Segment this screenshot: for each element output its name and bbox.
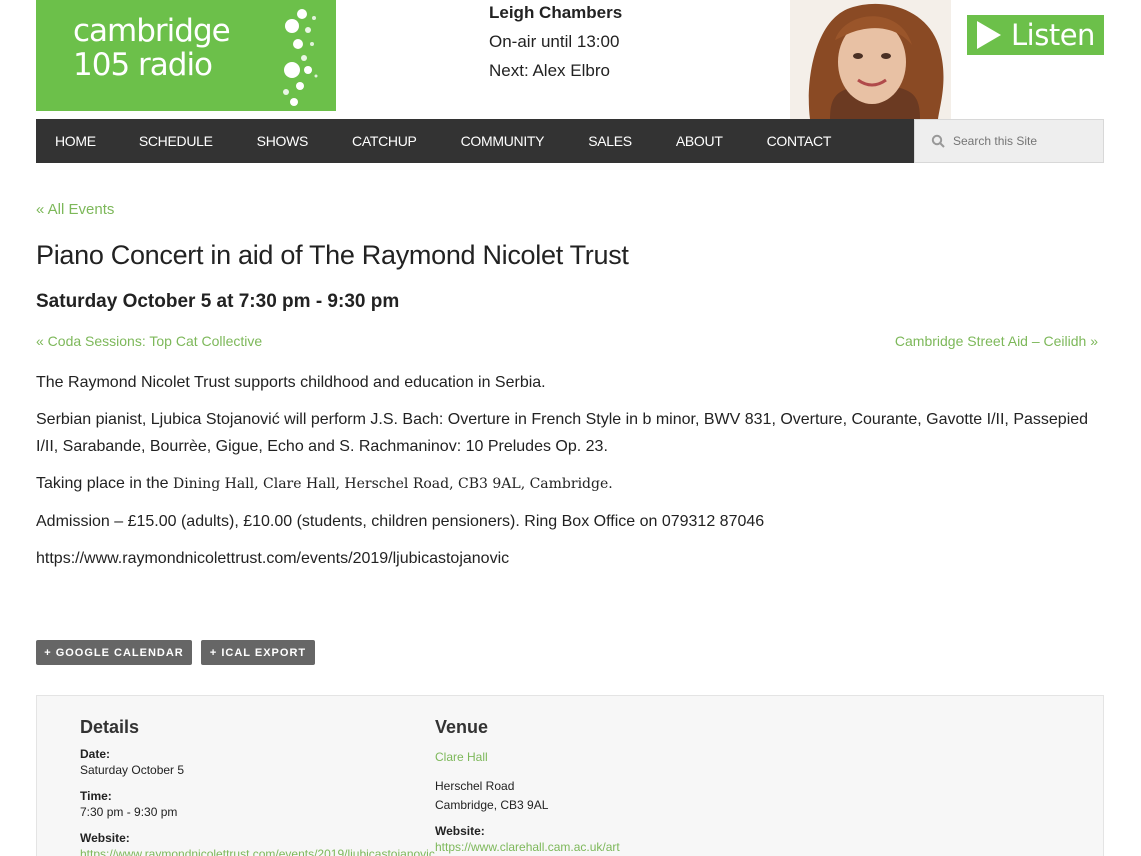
- next-event-link[interactable]: Cambridge Street Aid – Ceilidh »: [895, 333, 1098, 349]
- logo-dots-icon: [283, 9, 318, 106]
- website-label: Website:: [80, 831, 130, 845]
- presenter-photo: [790, 0, 951, 119]
- date-label: Date:: [80, 747, 111, 761]
- search-icon: [931, 134, 945, 148]
- location-prefix: Taking place in the: [36, 475, 173, 492]
- nav-shows[interactable]: SHOWS: [257, 133, 309, 149]
- event-datetime: Saturday October 5 at 7:30 pm - 9:30 pm: [36, 291, 400, 312]
- event-url-link[interactable]: https://www.raymondnicolettrust.com/even…: [36, 545, 1096, 572]
- time-value: 7:30 pm - 9:30 pm: [80, 805, 178, 819]
- all-events-link[interactable]: « All Events: [36, 201, 114, 218]
- logo-line-2: 105 radio: [73, 47, 213, 83]
- event-admission: Admission – £15.00 (adults), £10.00 (stu…: [36, 513, 765, 530]
- event-description-3: Taking place in the Dining Hall, Clare H…: [36, 470, 1096, 498]
- nav-sales[interactable]: SALES: [588, 133, 632, 149]
- search-input[interactable]: [953, 134, 1093, 148]
- event-description-2: Serbian pianist, Ljubica Stojanović will…: [36, 411, 1089, 455]
- nav-schedule[interactable]: SCHEDULE: [139, 133, 213, 149]
- venue-heading: Venue: [435, 717, 489, 737]
- on-air-host: Leigh Chambers: [489, 3, 623, 22]
- listen-button[interactable]: Listen: [967, 15, 1104, 55]
- nav-catchup[interactable]: CATCHUP: [352, 133, 417, 149]
- venue-website-link[interactable]: https://www.clarehall.cam.ac.uk/art: [435, 840, 620, 854]
- next-show: Next: Alex Elbro: [489, 61, 610, 80]
- event-title: Piano Concert in aid of The Raymond Nico…: [36, 240, 629, 270]
- play-icon: [977, 21, 1001, 49]
- venue-website-label: Website:: [435, 824, 485, 838]
- google-calendar-button[interactable]: + GOOGLE CALENDAR: [36, 640, 192, 665]
- event-website-link[interactable]: https://www.raymondnicolettrust.com/even…: [80, 847, 435, 856]
- time-label: Time:: [80, 789, 112, 803]
- venue-address-1: Herschel Road: [435, 779, 515, 793]
- main-nav: HOME SCHEDULE SHOWS CATCHUP COMMUNITY SA…: [36, 119, 914, 163]
- listen-label: Listen: [1011, 18, 1095, 52]
- nav-home[interactable]: HOME: [55, 133, 96, 149]
- on-air-until: On-air until 13:00: [489, 32, 620, 51]
- event-description-1: The Raymond Nicolet Trust supports child…: [36, 374, 546, 391]
- details-heading: Details: [80, 717, 140, 737]
- venue-address-2: Cambridge, CB3 9AL: [435, 798, 549, 812]
- nav-about[interactable]: ABOUT: [676, 133, 723, 149]
- date-value: Saturday October 5: [80, 763, 185, 777]
- ical-export-button[interactable]: + ICAL EXPORT: [201, 640, 315, 665]
- venue-name-link[interactable]: Clare Hall: [435, 750, 488, 764]
- location-text: Dining Hall, Clare Hall, Herschel Road, …: [172, 476, 613, 492]
- nav-community[interactable]: COMMUNITY: [461, 133, 545, 149]
- nav-contact[interactable]: CONTACT: [767, 133, 832, 149]
- previous-event-link[interactable]: « Coda Sessions: Top Cat Collective: [36, 333, 262, 349]
- event-meta-box: Details Date: Saturday October 5 Time: 7…: [36, 695, 1104, 856]
- logo-line-1: cambridge: [73, 13, 231, 49]
- search-box: [914, 119, 1104, 163]
- on-air-panel: Leigh Chambers On-air until 13:00 Next: …: [489, 3, 622, 83]
- site-logo[interactable]: cambridge 105 radio: [36, 0, 336, 111]
